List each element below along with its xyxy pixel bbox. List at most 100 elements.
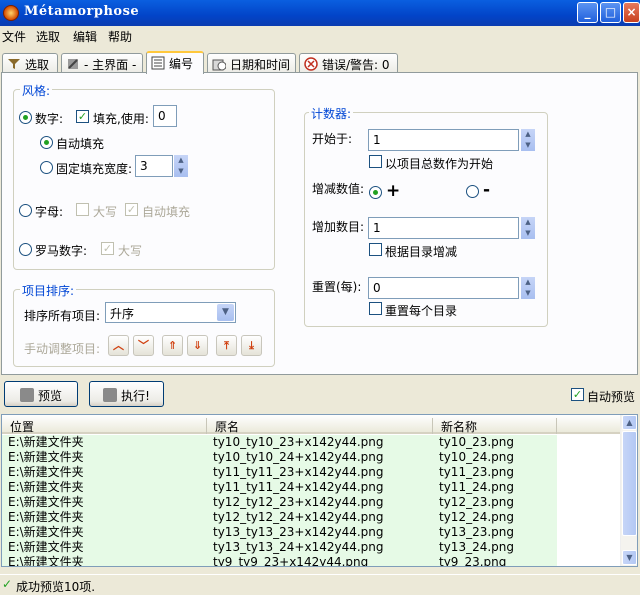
error-icon: [304, 57, 318, 71]
auto-preview-label: 自动预览: [587, 390, 636, 404]
cell-original-name: ty10_ty10_23+x142y44.png: [207, 435, 433, 450]
fixed-pad-spinner[interactable]: ▲ ▼: [173, 155, 188, 177]
cell-original-name: ty13_ty13_23+x142y44.png: [207, 525, 433, 540]
cell-original-name: ty12_ty12_24+x142y44.png: [207, 510, 433, 525]
list-rows: E:\新建文件夹 ty10_ty10_23+x142y44.png ty10_23.…: [2, 435, 622, 566]
column-original-name[interactable]: 原名: [207, 418, 433, 434]
minimize-button[interactable]: _: [577, 2, 598, 23]
tab-main[interactable]: - 主界面 -: [61, 53, 143, 73]
roman-uppercase-label: 大写: [118, 244, 143, 258]
tab-errors[interactable]: 错误/警告: 0: [299, 53, 398, 73]
file-list[interactable]: 位置 原名 新名称 E:\新建文件夹 ty10_ty10_23+x142y44.p…: [1, 414, 638, 567]
move-down-fast-button[interactable]: ⇓: [187, 335, 208, 356]
menu-edit[interactable]: 编辑: [73, 28, 97, 45]
roman-radio[interactable]: [19, 243, 32, 256]
fixed-pad-radio[interactable]: [40, 161, 53, 174]
tab-main-label: - 主界面 -: [84, 58, 137, 72]
cell-location: E:\新建文件夹: [2, 465, 207, 480]
auto-pad-radio[interactable]: [40, 136, 53, 149]
start-input[interactable]: 1: [368, 129, 519, 151]
table-row[interactable]: E:\新建文件夹 ty10_ty10_24+x142y44.png ty10_24.…: [2, 450, 622, 465]
calendar-icon: [212, 57, 227, 71]
cell-original-name: ty11_ty11_23+x142y44.png: [207, 465, 433, 480]
minus-radio[interactable]: [466, 185, 479, 198]
list-header: 位置 原名 新名称: [2, 415, 622, 434]
execute-label: 执行!: [121, 389, 150, 403]
list-scrollbar[interactable]: ▲ ▼: [620, 415, 637, 566]
move-up-fast-button[interactable]: ⇑: [162, 335, 183, 356]
cell-new-name: ty10_23.png: [433, 435, 557, 450]
reset-label: 重置(每):: [312, 280, 362, 294]
roman-uppercase-checkbox[interactable]: ✓: [101, 242, 114, 255]
pad-char-input[interactable]: 0: [153, 105, 177, 127]
by-dir-checkbox[interactable]: [369, 243, 382, 256]
fixed-pad-width-input[interactable]: 3: [135, 155, 173, 177]
tab-select[interactable]: 选取: [2, 53, 58, 73]
cell-location: E:\新建文件夹: [2, 555, 207, 566]
move-up-button[interactable]: ︿: [108, 335, 129, 356]
letters-auto-pad-checkbox[interactable]: ✓: [125, 203, 138, 216]
tab-numbering[interactable]: 编号: [146, 51, 204, 74]
column-new-name[interactable]: 新名称: [433, 418, 557, 434]
cell-new-name: ty11_23.png: [433, 465, 557, 480]
plus-radio[interactable]: [369, 186, 382, 199]
column-location[interactable]: 位置: [2, 418, 207, 434]
preview-button[interactable]: 预览: [4, 381, 78, 407]
sort-order-select[interactable]: 升序 ▼: [105, 302, 236, 323]
counter-group-title: 计数器:: [309, 105, 354, 122]
step-spinner[interactable]: ▲ ▼: [520, 217, 535, 239]
tab-datetime[interactable]: 日期和时间: [207, 53, 296, 73]
scroll-thumb[interactable]: [622, 431, 637, 536]
table-row[interactable]: E:\新建文件夹 ty12_ty12_24+x142y44.png ty12_24.…: [2, 510, 622, 525]
maximize-button[interactable]: □: [600, 2, 621, 23]
letters-uppercase-checkbox[interactable]: [76, 203, 89, 216]
move-top-button[interactable]: ⤒: [216, 335, 237, 356]
step-input[interactable]: 1: [368, 217, 519, 239]
menu-file[interactable]: 文件: [2, 28, 26, 45]
table-row[interactable]: E:\新建文件夹 ty13_ty13_24+x142y44.png ty13_24.…: [2, 540, 622, 555]
menu-bar: 文件 选取 编辑 帮助: [0, 26, 640, 45]
menu-help[interactable]: 帮助: [108, 28, 132, 45]
cell-location: E:\新建文件夹: [2, 480, 207, 495]
chevron-down-icon: ▼: [217, 304, 234, 321]
start-spinner[interactable]: ▲ ▼: [520, 129, 535, 151]
table-row[interactable]: E:\新建文件夹 ty11_ty11_24+x142y44.png ty11_24.…: [2, 480, 622, 495]
cell-location: E:\新建文件夹: [2, 540, 207, 555]
start-total-checkbox[interactable]: [369, 155, 382, 168]
increment-label: 增减数值:: [312, 182, 365, 196]
table-row[interactable]: E:\新建文件夹 ty9_ty9_23+x142y44.png ty9_23.png: [2, 555, 622, 566]
start-total-label: 以项目总数作为开始: [385, 157, 494, 171]
table-row[interactable]: E:\新建文件夹 ty10_ty10_23+x142y44.png ty10_23.…: [2, 435, 622, 450]
pad-checkbox[interactable]: ✓: [76, 110, 89, 123]
table-row[interactable]: E:\新建文件夹 ty11_ty11_23+x142y44.png ty11_23.…: [2, 465, 622, 480]
table-row[interactable]: E:\新建文件夹 ty13_ty13_23+x142y44.png ty13_23.…: [2, 525, 622, 540]
move-down-button[interactable]: ﹀: [133, 335, 154, 356]
cell-new-name: ty13_24.png: [433, 540, 557, 555]
tab-datetime-label: 日期和时间: [230, 58, 291, 72]
roman-label: 罗马数字:: [35, 244, 88, 258]
move-bottom-button[interactable]: ⤓: [241, 335, 262, 356]
letters-radio[interactable]: [19, 204, 32, 217]
title-bar: Métamorphose _ □ ×: [0, 0, 640, 26]
sort-group-title: 项目排序:: [20, 282, 77, 299]
reset-spinner[interactable]: ▲ ▼: [520, 277, 535, 299]
cell-location: E:\新建文件夹: [2, 495, 207, 510]
reset-dir-checkbox[interactable]: [369, 302, 382, 315]
gear-icon: [103, 388, 118, 402]
number-radio[interactable]: [19, 111, 32, 124]
reset-input[interactable]: 0: [368, 277, 519, 299]
cell-location: E:\新建文件夹: [2, 450, 207, 465]
table-row[interactable]: E:\新建文件夹 ty12_ty12_23+x142y44.png ty12_23.…: [2, 495, 622, 510]
auto-preview-checkbox[interactable]: ✓: [571, 388, 584, 401]
fixed-pad-label: 固定填充宽度:: [56, 162, 133, 176]
close-button[interactable]: ×: [623, 2, 640, 23]
auto-pad-label: 自动填充: [56, 137, 105, 151]
execute-button[interactable]: 执行!: [89, 381, 164, 407]
menu-select[interactable]: 选取: [36, 28, 60, 45]
manual-adjust-label: 手动调整项目:: [24, 342, 101, 356]
scroll-up-arrow-icon[interactable]: ▲: [622, 415, 637, 430]
cell-new-name: ty12_24.png: [433, 510, 557, 525]
preview-label: 预览: [37, 389, 62, 403]
scroll-down-arrow-icon[interactable]: ▼: [622, 550, 637, 565]
cell-new-name: ty11_24.png: [433, 480, 557, 495]
